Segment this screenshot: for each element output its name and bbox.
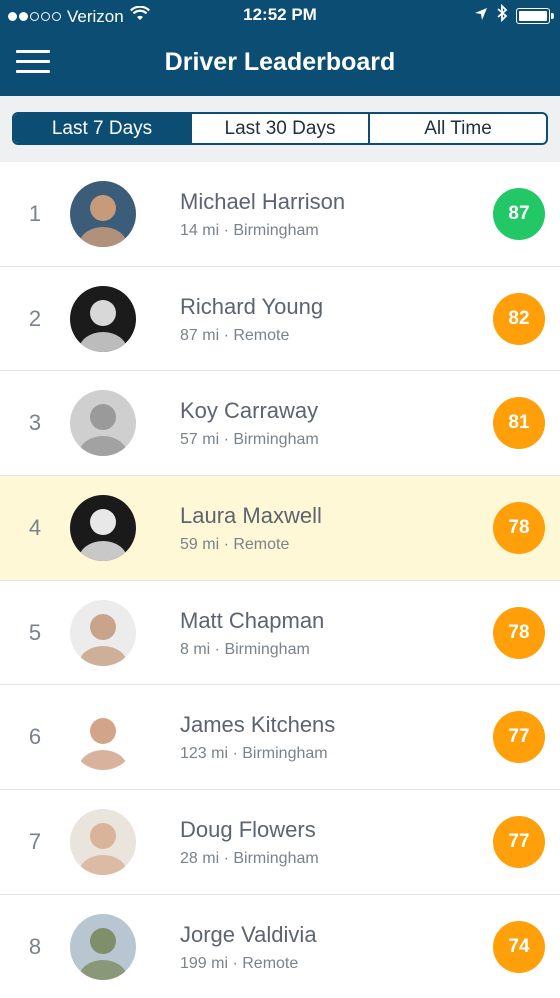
leaderboard-row[interactable]: 4 Laura Maxwell 59 mi · Remote 78 [0, 476, 560, 581]
rank-number: 5 [28, 619, 42, 645]
leaderboard-row[interactable]: 2 Richard Young 87 mi · Remote 82 [0, 267, 560, 372]
driver-name: Richard Young [180, 293, 324, 319]
score-badge: 81 [493, 397, 545, 450]
leaderboard-row[interactable]: 8 Jorge Valdivia 199 mi · Remote 74 [0, 895, 560, 998]
driver-name: James Kitchens [180, 712, 336, 738]
driver-info: Jorge Valdivia 199 mi · Remote [180, 921, 493, 973]
driver-meta: 87 mi · Remote [180, 326, 290, 344]
avatar [70, 390, 136, 457]
score-badge: 77 [493, 711, 545, 764]
driver-info: Koy Carraway 57 mi · Birmingham [180, 397, 493, 449]
segmented-control: Last 7 Days Last 30 Days All Time [12, 112, 548, 145]
status-right [474, 3, 554, 27]
driver-info: Richard Young 87 mi · Remote [180, 293, 493, 345]
avatar-photo-icon [70, 913, 136, 980]
driver-name: Jorge Valdivia [180, 921, 317, 947]
driver-meta: 199 mi · Remote [180, 954, 299, 972]
driver-meta: 59 mi · Remote [180, 535, 290, 553]
location-arrow-icon [474, 6, 488, 26]
driver-info: Doug Flowers 28 mi · Birmingham [180, 816, 493, 868]
driver-meta: 28 mi · Birmingham [180, 849, 319, 867]
avatar-photo-icon [70, 599, 136, 666]
avatar-photo-icon [70, 285, 136, 352]
driver-meta: 57 mi · Birmingham [180, 431, 319, 449]
driver-info: Matt Chapman 8 mi · Birmingham [180, 607, 493, 659]
driver-name: Michael Harrison [180, 188, 346, 214]
battery-icon [516, 7, 554, 24]
avatar [70, 494, 136, 561]
driver-meta: 14 mi · Birmingham [180, 221, 319, 239]
tab-last-7-days[interactable]: Last 7 Days [14, 114, 192, 143]
avatar-photo-icon [70, 704, 136, 771]
avatar [70, 285, 136, 352]
score-badge: 77 [493, 815, 545, 868]
leaderboard-row[interactable]: 5 Matt Chapman 8 mi · Birmingham 78 [0, 581, 560, 686]
rank-number: 7 [28, 828, 42, 854]
score-badge: 82 [493, 292, 545, 345]
bluetooth-icon [496, 3, 508, 27]
leaderboard-row[interactable]: 3 Koy Carraway 57 mi · Birmingham 81 [0, 371, 560, 477]
rank-number: 4 [28, 514, 42, 540]
rank-number: 8 [28, 933, 42, 959]
rank-number: 2 [28, 305, 42, 331]
driver-name: Matt Chapman [180, 607, 325, 633]
driver-name: Doug Flowers [180, 816, 316, 842]
driver-name: Koy Carraway [180, 398, 319, 424]
rank-number: 1 [28, 200, 42, 226]
driver-meta: 123 mi · Birmingham [180, 745, 328, 763]
avatar [70, 704, 136, 771]
leaderboard-row[interactable]: 7 Doug Flowers 28 mi · Birmingham 77 [0, 790, 560, 895]
page-title: Driver Leaderboard [164, 48, 396, 76]
score-badge: 74 [493, 920, 545, 973]
driver-info: James Kitchens 123 mi · Birmingham [180, 711, 493, 763]
driver-meta: 8 mi · Birmingham [180, 640, 310, 658]
status-bar: Verizon 12:52 PM [0, 0, 560, 32]
avatar-photo-icon [70, 390, 136, 457]
avatar-photo-icon [70, 180, 136, 247]
score-badge: 87 [493, 187, 545, 240]
score-badge: 78 [493, 606, 545, 659]
avatar-photo-icon [70, 808, 136, 875]
tab-last-30-days[interactable]: Last 30 Days [192, 114, 370, 143]
score-badge: 78 [493, 501, 545, 554]
leaderboard-list: 1 Michael Harrison 14 mi · Birmingham 87… [0, 162, 560, 998]
rank-number: 3 [28, 410, 42, 436]
tab-all-time[interactable]: All Time [370, 114, 546, 143]
driver-info: Laura Maxwell 59 mi · Remote [180, 502, 493, 554]
nav-bar: Driver Leaderboard [0, 32, 560, 96]
avatar [70, 180, 136, 247]
leaderboard-row[interactable]: 6 James Kitchens 123 mi · Birmingham 77 [0, 685, 560, 791]
driver-name: Laura Maxwell [180, 502, 322, 528]
avatar-photo-icon [70, 494, 136, 561]
driver-info: Michael Harrison 14 mi · Birmingham [180, 188, 493, 240]
app-header: Verizon 12:52 PM Driver Leaderboard [0, 0, 560, 96]
avatar [70, 808, 136, 875]
time-range-selector: Last 7 Days Last 30 Days All Time [0, 96, 560, 162]
leaderboard-row[interactable]: 1 Michael Harrison 14 mi · Birmingham 87 [0, 162, 560, 267]
rank-number: 6 [28, 724, 42, 750]
avatar [70, 913, 136, 980]
avatar [70, 599, 136, 666]
